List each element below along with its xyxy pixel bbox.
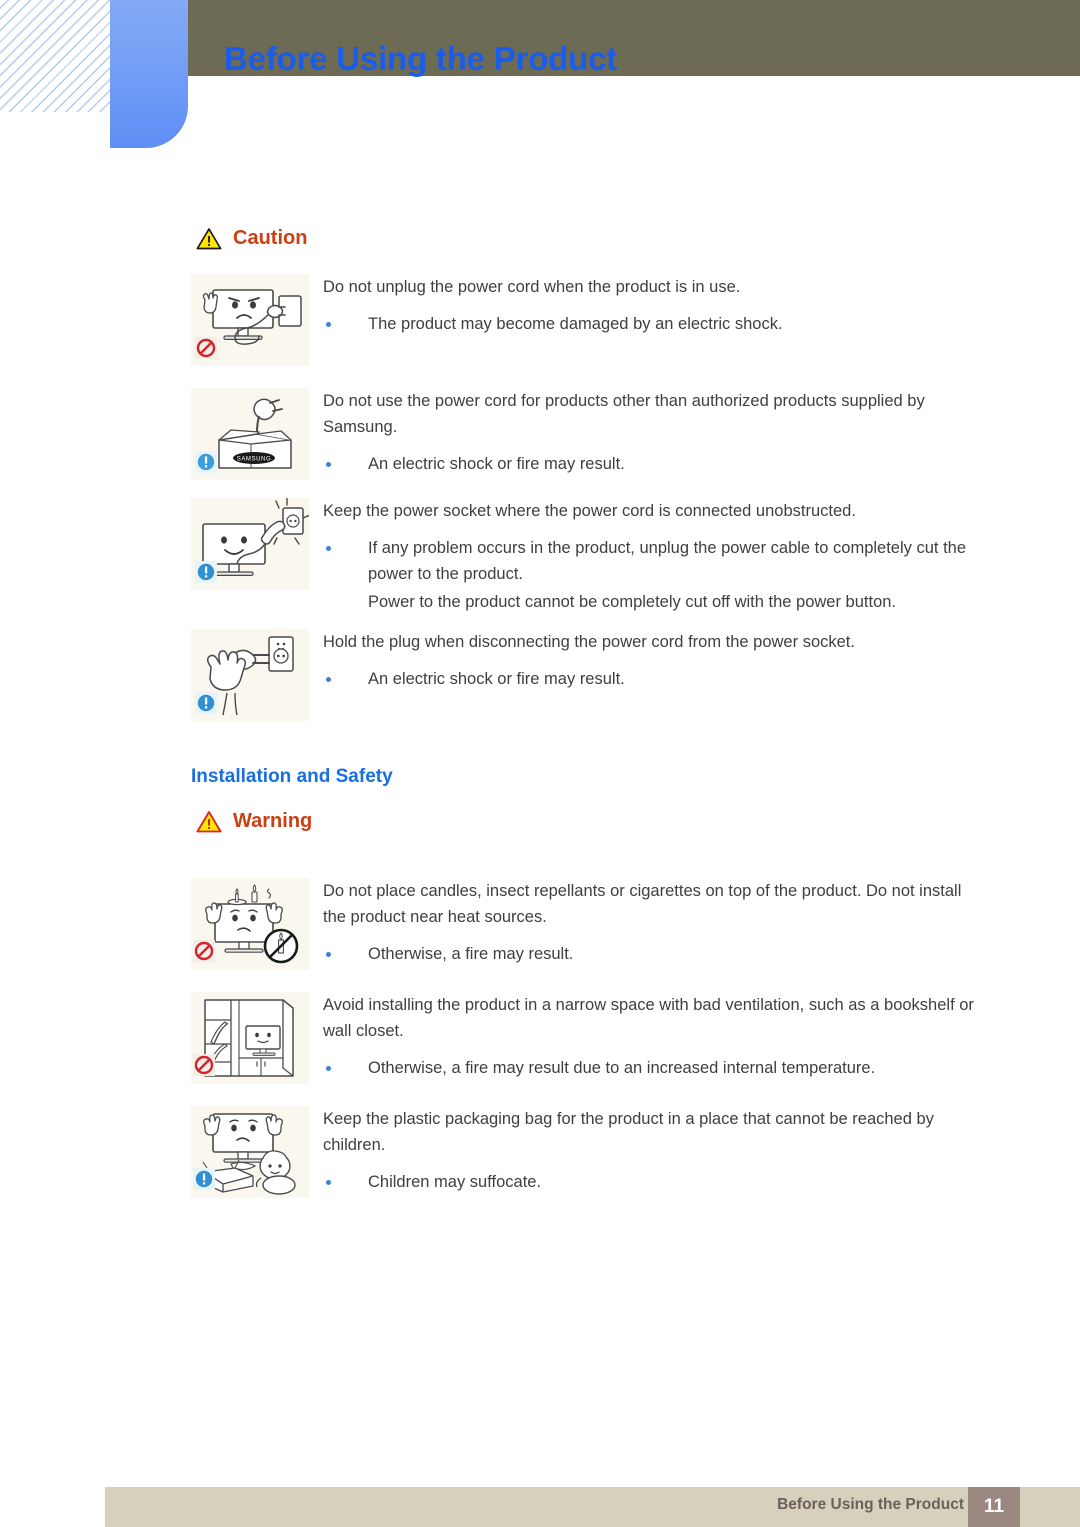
rule-bullet: If any problem occurs in the product, un… bbox=[323, 535, 983, 587]
rule-bullets: An electric shock or fire may result. bbox=[323, 451, 983, 477]
rule-row: Do not place candles, insect repellants … bbox=[191, 878, 1080, 970]
warning-triangle-icon bbox=[196, 810, 222, 833]
rule-bullets: Otherwise, a fire may result due to an i… bbox=[323, 1055, 983, 1081]
rule-lead: Do not unplug the power cord when the pr… bbox=[323, 278, 741, 296]
monitor-unplug-prohibited-icon bbox=[191, 274, 309, 366]
monitor-candles-prohibited-icon bbox=[191, 878, 309, 970]
header-hatch-pattern bbox=[0, 0, 112, 112]
rule-lead: Do not use the power cord for products o… bbox=[323, 392, 925, 436]
rule-bullets: An electric shock or fire may result. bbox=[323, 666, 983, 692]
child-plastic-bag-icon bbox=[191, 1106, 309, 1198]
rule-bullet: Power to the product cannot be completel… bbox=[368, 593, 897, 611]
rule-bullet: The product may become damaged by an ele… bbox=[323, 311, 983, 337]
rule-lead: Keep the plastic packaging bag for the p… bbox=[323, 1110, 934, 1154]
rule-row: Keep the power socket where the power co… bbox=[191, 498, 1080, 617]
rule-lead: Avoid installing the product in a narrow… bbox=[323, 996, 974, 1040]
rule-bullets: Children may suffocate. bbox=[323, 1169, 983, 1195]
rule-row: SAMSUNG Do not use the power cord for pr… bbox=[191, 388, 1080, 480]
footer-label: Before Using the Product bbox=[777, 1496, 964, 1513]
document-content: Caution Do not unplug the power cord whe… bbox=[0, 215, 1080, 1198]
page-title: Before Using the Product bbox=[224, 40, 618, 77]
warning-alert-heading: Warning bbox=[196, 810, 1080, 833]
rule-text: Keep the power socket where the power co… bbox=[309, 498, 983, 617]
rule-text: Keep the plastic packaging bag for the p… bbox=[309, 1106, 983, 1197]
rule-bullet: Children may suffocate. bbox=[323, 1169, 983, 1195]
section-heading: Installation and Safety bbox=[191, 766, 393, 787]
rule-text: Hold the plug when disconnecting the pow… bbox=[309, 629, 983, 694]
rule-bullets: The product may become damaged by an ele… bbox=[323, 311, 983, 337]
monitor-in-bookshelf-prohibited-icon bbox=[191, 992, 309, 1084]
rule-lead: Hold the plug when disconnecting the pow… bbox=[323, 633, 855, 651]
rule-bullet: Otherwise, a fire may result. bbox=[323, 941, 983, 967]
rule-row: Hold the plug when disconnecting the pow… bbox=[191, 629, 1080, 721]
rule-bullets: Otherwise, a fire may result. bbox=[323, 941, 983, 967]
rule-bullet: Otherwise, a fire may result due to an i… bbox=[323, 1055, 983, 1081]
header-blue-tab bbox=[110, 0, 188, 148]
rule-row: Avoid installing the product in a narrow… bbox=[191, 992, 1080, 1084]
warning-alert-label: Warning bbox=[233, 810, 313, 832]
svg-text:SAMSUNG: SAMSUNG bbox=[237, 457, 272, 463]
caution-section: Caution Do not unplug the power cord whe… bbox=[0, 227, 1080, 721]
rule-bullets: If any problem occurs in the product, un… bbox=[323, 535, 983, 615]
warning-triangle-icon bbox=[196, 227, 222, 250]
footer-page-number: 11 bbox=[983, 1496, 1005, 1517]
power-plug-samsung-box-icon: SAMSUNG bbox=[191, 388, 309, 480]
rule-lead: Do not place candles, insect repellants … bbox=[323, 882, 962, 926]
rule-text: Do not use the power cord for products o… bbox=[309, 388, 983, 479]
installation-section: Installation and Safety Warning Do not p… bbox=[0, 766, 1080, 1198]
rule-lead: Keep the power socket where the power co… bbox=[323, 502, 856, 520]
rule-row: Keep the plastic packaging bag for the p… bbox=[191, 1106, 1080, 1198]
monitor-power-socket-icon bbox=[191, 498, 309, 590]
caution-alert-label: Caution bbox=[233, 227, 308, 249]
rule-text: Do not place candles, insect repellants … bbox=[309, 878, 983, 969]
rule-row: Do not unplug the power cord when the pr… bbox=[191, 274, 1080, 366]
rule-text: Avoid installing the product in a narrow… bbox=[309, 992, 983, 1083]
rule-bullet: An electric shock or fire may result. bbox=[323, 451, 983, 477]
rule-bullet: An electric shock or fire may result. bbox=[323, 666, 983, 692]
caution-alert-heading: Caution bbox=[196, 227, 1080, 250]
hand-holding-plug-socket-icon bbox=[191, 629, 309, 721]
rule-text: Do not unplug the power cord when the pr… bbox=[309, 274, 983, 339]
